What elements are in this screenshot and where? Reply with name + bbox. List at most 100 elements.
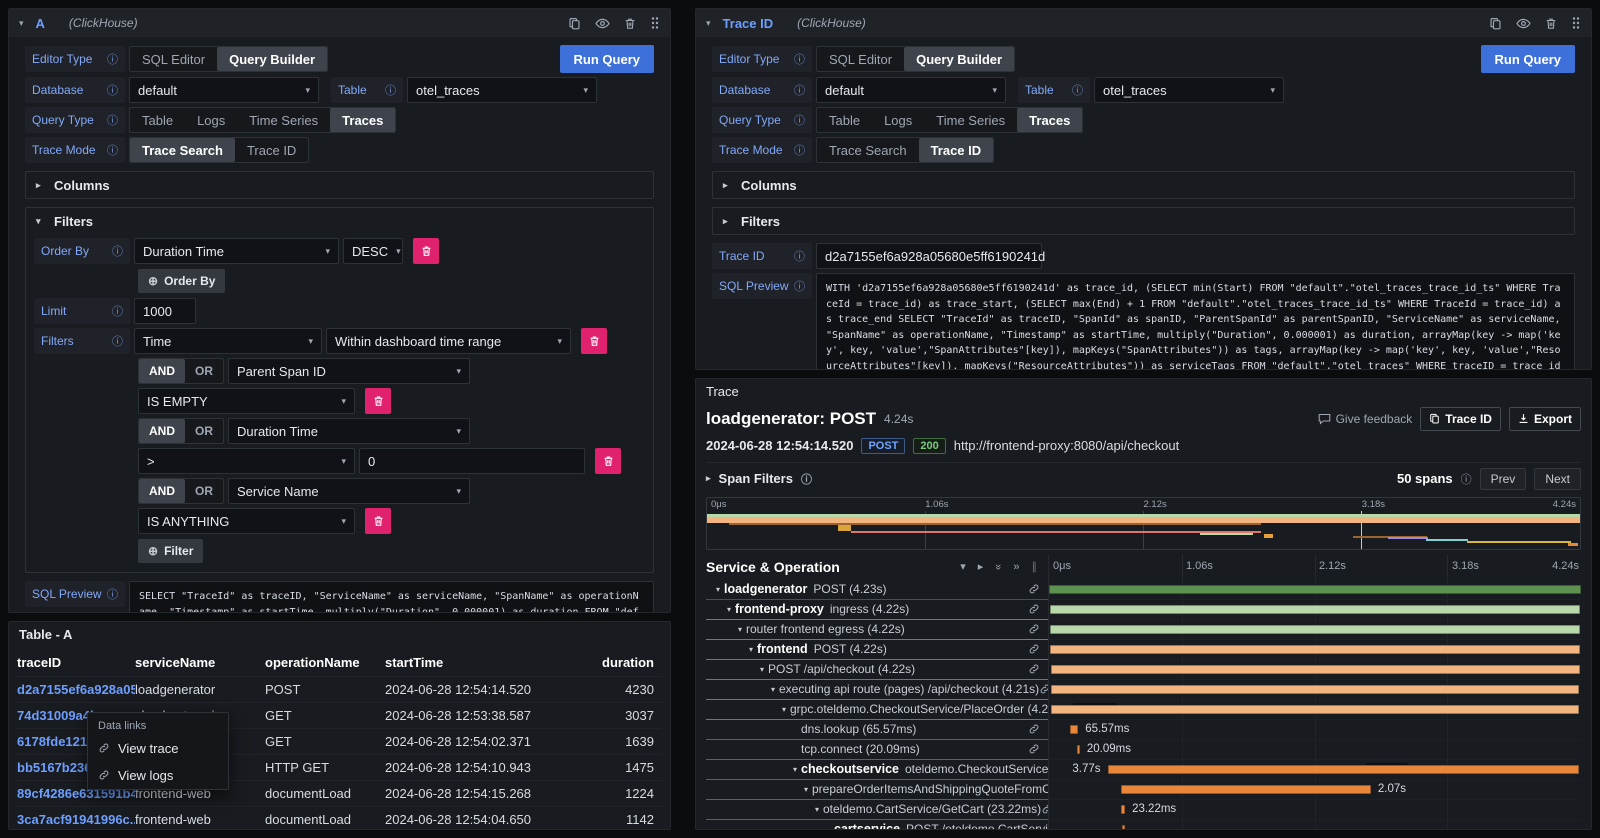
table-row[interactable]: d2a7155ef6a928a05...loadgeneratorPOST202… xyxy=(17,676,662,702)
span-timeline-cell[interactable] xyxy=(1048,820,1581,830)
span-name-cell[interactable]: ▾prepareOrderItemsAndShippingQuoteFromCa… xyxy=(706,780,1048,800)
duplicate-query-icon[interactable] xyxy=(1489,17,1502,30)
span-duration-bar[interactable] xyxy=(1051,685,1579,694)
next-span-button[interactable]: Next xyxy=(1534,468,1581,490)
span-duration-bar[interactable] xyxy=(1070,725,1079,734)
collapse-chevron-icon[interactable]: ▾ xyxy=(706,18,711,29)
span-timeline-cell[interactable] xyxy=(1048,640,1581,660)
column-header[interactable]: serviceName xyxy=(135,655,265,670)
span-collapse-chevron-icon[interactable]: ▾ xyxy=(734,625,746,634)
info-icon[interactable]: ⓘ xyxy=(1461,471,1472,487)
table-select[interactable]: otel_traces▾ xyxy=(1094,77,1284,103)
span-duration-bar[interactable] xyxy=(1122,825,1125,830)
span-duration-bar[interactable] xyxy=(1051,665,1580,674)
span-timeline-cell[interactable] xyxy=(1048,700,1581,720)
span-timeline-cell[interactable]: 65.57ms xyxy=(1048,720,1581,740)
span-duration-bar[interactable] xyxy=(1121,785,1371,794)
query-type-timeseries[interactable]: Time Series xyxy=(237,108,330,132)
span-collapse-chevron-icon[interactable]: ▾ xyxy=(778,705,790,714)
span-collapse-chevron-icon[interactable]: ▾ xyxy=(789,765,801,774)
trace-search-option[interactable]: Trace Search xyxy=(817,138,919,162)
info-icon[interactable]: ⓘ xyxy=(107,586,118,602)
span-duration-bar[interactable] xyxy=(1077,745,1080,754)
info-icon[interactable]: ⓘ xyxy=(794,278,805,294)
span-name-cell[interactable]: ▾POST /api/checkout (4.22s) xyxy=(706,660,1048,680)
filter-field-select[interactable]: Service Name▾ xyxy=(228,478,470,504)
span-name-cell[interactable]: dns.lookup (65.57ms) xyxy=(706,720,1048,740)
column-resize-handle[interactable]: ∥ xyxy=(1032,560,1039,573)
query-builder-option[interactable]: Query Builder xyxy=(904,47,1014,71)
order-by-direction-select[interactable]: DESC▾ xyxy=(343,238,403,264)
span-collapse-chevron-icon[interactable]: ▾ xyxy=(723,605,735,614)
sql-editor-option[interactable]: SQL Editor xyxy=(817,47,904,71)
span-name-cell[interactable]: cartservicePOST /oteldemo.CartService/Ge… xyxy=(706,820,1048,830)
span-name-cell[interactable]: ▾loadgeneratorPOST (4.23s) xyxy=(706,580,1048,600)
span-duration-bar[interactable] xyxy=(1049,585,1581,594)
span-collapse-chevron-icon[interactable]: ▾ xyxy=(745,645,757,654)
span-filters-header[interactable]: ▸ Span Filters ⓘ xyxy=(706,471,812,487)
column-header[interactable]: duration xyxy=(561,655,662,670)
query-row-header-trace-id[interactable]: ▾ Trace ID (ClickHouse) xyxy=(696,9,1591,37)
disable-query-eye-icon[interactable] xyxy=(595,17,610,30)
collapse-all-icon[interactable]: » xyxy=(992,564,1004,570)
span-collapse-chevron-icon[interactable]: ▾ xyxy=(767,685,779,694)
collapse-one-icon[interactable]: ▾ xyxy=(960,560,966,573)
and-option[interactable]: AND xyxy=(139,479,185,503)
query-type-logs[interactable]: Logs xyxy=(872,108,924,132)
column-header[interactable]: operationName xyxy=(265,655,385,670)
or-option[interactable]: OR xyxy=(185,419,223,443)
trace-search-option[interactable]: Trace Search xyxy=(130,138,235,162)
span-duration-bar[interactable] xyxy=(1108,765,1579,774)
add-filter-button[interactable]: ⊕Filter xyxy=(138,539,203,563)
delete-query-icon[interactable] xyxy=(1545,17,1557,30)
span-timeline-cell[interactable]: 3.77s xyxy=(1048,760,1581,780)
info-icon[interactable]: ⓘ xyxy=(794,82,805,98)
span-name-cell[interactable]: ▾oteldemo.CartService/GetCart (23.22ms) xyxy=(706,800,1048,820)
span-name-cell[interactable]: ▾frontendPOST (4.22s) xyxy=(706,640,1048,660)
span-link-icon[interactable] xyxy=(1028,663,1048,675)
span-timeline-cell[interactable]: 2.07s xyxy=(1048,780,1581,800)
filter-operator-select[interactable]: >▾ xyxy=(138,448,355,474)
run-query-button[interactable]: Run Query xyxy=(560,45,654,73)
info-icon[interactable]: ⓘ xyxy=(794,248,805,264)
delete-order-by-button[interactable] xyxy=(413,238,439,264)
query-builder-option[interactable]: Query Builder xyxy=(217,47,327,71)
drag-handle-icon[interactable] xyxy=(650,16,660,30)
collapse-chevron-icon[interactable]: ▾ xyxy=(19,18,24,29)
delete-query-icon[interactable] xyxy=(624,17,636,30)
table-select[interactable]: otel_traces▾ xyxy=(407,77,597,103)
filter-field-select[interactable]: Time▾ xyxy=(134,328,322,354)
panel-title[interactable]: Table - A xyxy=(9,622,670,648)
trace-id-input[interactable]: d2a7155ef6a928a05680e5ff6190241d xyxy=(816,243,1042,269)
info-icon[interactable]: ⓘ xyxy=(107,142,118,158)
export-button[interactable]: Export xyxy=(1509,407,1581,431)
column-header[interactable]: traceID xyxy=(17,655,135,670)
delete-filter-button[interactable] xyxy=(365,388,391,414)
query-type-table[interactable]: Table xyxy=(817,108,872,132)
run-query-button[interactable]: Run Query xyxy=(1481,45,1575,73)
expand-all-icon[interactable]: » xyxy=(1013,561,1019,573)
query-type-timeseries[interactable]: Time Series xyxy=(924,108,1017,132)
minimap-canvas[interactable] xyxy=(707,511,1580,549)
trace-minimap[interactable]: 0μs 1.06s 2.12s 3.18s 4.24s xyxy=(706,497,1581,550)
or-option[interactable]: OR xyxy=(185,479,223,503)
query-type-traces[interactable]: Traces xyxy=(1017,108,1082,132)
span-timeline-cell[interactable] xyxy=(1048,680,1581,700)
span-collapse-chevron-icon[interactable]: ▾ xyxy=(712,585,724,594)
info-icon[interactable]: ⓘ xyxy=(107,112,118,128)
info-icon[interactable]: ⓘ xyxy=(801,471,812,487)
span-timeline-cell[interactable]: 23.22ms xyxy=(1048,800,1581,820)
info-icon[interactable]: ⓘ xyxy=(794,51,805,67)
span-timeline-cell[interactable]: 20.09ms xyxy=(1048,740,1581,760)
span-name-cell[interactable]: tcp.connect (20.09ms) xyxy=(706,740,1048,760)
span-link-icon[interactable] xyxy=(1028,743,1048,755)
limit-input[interactable]: 1000 xyxy=(134,298,196,324)
database-select[interactable]: default▾ xyxy=(129,77,319,103)
columns-section-header[interactable]: ▸Columns xyxy=(713,172,1574,198)
database-select[interactable]: default▾ xyxy=(816,77,1006,103)
info-icon[interactable]: ⓘ xyxy=(112,243,123,259)
duplicate-query-icon[interactable] xyxy=(568,17,581,30)
span-link-icon[interactable] xyxy=(1028,623,1048,635)
and-option[interactable]: AND xyxy=(139,359,185,383)
filters-section-header[interactable]: ▸Filters xyxy=(713,208,1574,234)
